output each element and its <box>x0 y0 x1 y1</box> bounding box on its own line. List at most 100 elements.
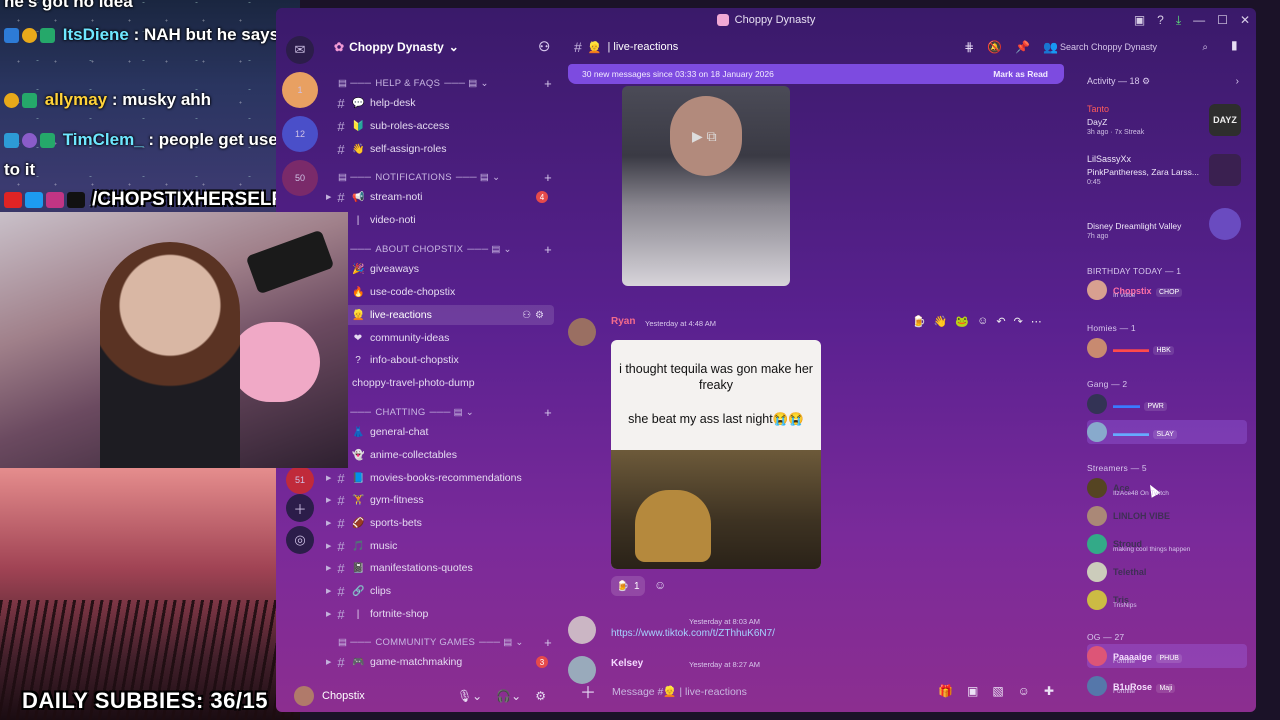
server-icon[interactable]: 51 <box>286 466 314 494</box>
message-link[interactable]: https://www.tiktok.com/t/ZThhuK6N7/ <box>611 628 775 639</box>
activity-card[interactable]: LilSassyXx PinkPantheress, Zara Larss...… <box>1087 154 1247 194</box>
server-header[interactable]: ✿ Choppy Dynasty ⌄ ⚇ <box>324 32 560 62</box>
member-item[interactable]: LINLOH VIBE <box>1087 504 1247 528</box>
gift-icon[interactable]: 🎁 <box>938 684 953 698</box>
microphone-icon[interactable]: 🎙⌄ <box>457 689 482 703</box>
reply-icon[interactable]: ↶ <box>996 315 1005 328</box>
channel-general-chat[interactable]: #👗general-chat <box>336 422 554 442</box>
help-icon[interactable]: ? <box>1157 13 1164 27</box>
pinned-messages-icon[interactable]: 📌 <box>1015 40 1030 54</box>
gif-icon[interactable]: ▣ <box>967 684 978 698</box>
reaction-emoji-icon[interactable]: 👋 <box>934 315 948 328</box>
channel-sports-bets[interactable]: ▶ # 🏈 sports-bets <box>326 513 554 533</box>
activity-card[interactable]: Tanto DayZ 3h ago · 7x Streak DAYZ <box>1087 104 1247 144</box>
category-chatting[interactable]: ▤ ─── CHATTING ─── ▤ ⌄ + <box>338 404 552 420</box>
member-item[interactable]: ▬▬▬▬ SLAY <box>1087 420 1247 444</box>
add-channel-icon[interactable]: + <box>544 405 552 420</box>
invite-people-icon[interactable]: ⚇ <box>538 39 550 55</box>
settings-gear-icon[interactable]: ⚙ <box>535 689 546 703</box>
add-channel-icon[interactable]: + <box>544 242 552 257</box>
member-item[interactable]: Ace ItzAce48 On Twitch <box>1087 476 1247 500</box>
new-messages-banner[interactable]: 30 new messages since 03:33 on 18 Januar… <box>568 64 1064 84</box>
channel-choppy-travel-photo-dump[interactable]: #choppy-travel-photo-dump <box>336 373 554 393</box>
server-icon[interactable]: 50 <box>282 160 318 196</box>
video-embed[interactable]: ▶ ⧉ <box>622 86 790 286</box>
channel-fortnite-shop[interactable]: ▶ # | fortnite-shop <box>326 604 554 624</box>
message-input[interactable]: Message #👱 | live-reactions <box>612 685 747 698</box>
maximize-button[interactable]: ☐ <box>1217 13 1228 27</box>
sticker-icon[interactable]: ▧ <box>992 684 1003 698</box>
message-composer[interactable]: ＋ Message #👱 | live-reactions 🎁 ▣ ▧ ☺ ✚ <box>568 676 1062 706</box>
add-reaction-icon[interactable]: ☺ <box>977 315 988 327</box>
member-item[interactable]: ▬▬▬ PWR <box>1087 392 1247 416</box>
channel-movies-books-recommendations[interactable]: ▶ # 📘 movies-books-recommendations <box>326 468 554 488</box>
add-channel-icon[interactable]: + <box>544 635 552 650</box>
search-input[interactable]: Search Choppy Dynasty ⌕ <box>1056 38 1212 56</box>
message-author[interactable]: Ryan <box>611 316 635 327</box>
member-item[interactable]: Telethal <box>1087 560 1247 584</box>
instagram-icon <box>46 192 64 208</box>
headphones-icon[interactable]: 🎧⌄ <box>496 689 521 703</box>
window-title: Choppy Dynasty <box>734 14 816 26</box>
meme-image[interactable]: i thought tequila was gon make her freak… <box>611 340 821 569</box>
channel-community-ideas[interactable]: #❤community-ideas <box>336 328 554 348</box>
threads-icon[interactable]: ⋕ <box>964 40 974 54</box>
channel-self-assign-roles[interactable]: # 👋 self-assign-roles <box>336 139 554 159</box>
add-channel-icon[interactable]: + <box>544 170 552 185</box>
channel-use-code-chopstix[interactable]: #🔥use-code-chopstix <box>336 282 554 302</box>
add-reaction-icon[interactable]: ☺ <box>654 578 666 592</box>
inbox-icon[interactable]: ▣ <box>1134 13 1145 27</box>
avatar[interactable] <box>294 686 314 706</box>
channel-gym-fitness[interactable]: ▶ # 🏋 gym-fitness <box>326 490 554 510</box>
bookmark-icon[interactable]: ▮ <box>1231 38 1238 52</box>
member-item[interactable]: ▬▬▬▬ HBK <box>1087 336 1247 360</box>
channel-game-matchmaking[interactable]: ▶ # 🎮 game-matchmaking 3 <box>326 652 554 672</box>
activity-card[interactable]: Disney Dreamlight Valley 7h ago <box>1087 208 1247 248</box>
attach-plus-icon[interactable]: ＋ <box>580 679 596 703</box>
mute-bell-icon[interactable]: 🔕 <box>987 40 1002 54</box>
channel-sub-roles-access[interactable]: # 🔰 sub-roles-access <box>336 116 554 136</box>
member-item[interactable]: Paaaaige PHUB Fortnite <box>1087 644 1247 668</box>
add-server-icon[interactable]: ＋ <box>286 494 314 522</box>
reaction-chip[interactable]: 🍺 1 <box>611 576 645 596</box>
reaction-emoji-icon[interactable]: 🍺 <box>912 315 926 328</box>
channel-info-about-chopstix[interactable]: #?info-about-chopstix <box>336 350 554 370</box>
activity-header[interactable]: Activity — 18 ⚙ › <box>1087 76 1239 87</box>
play-icon[interactable]: ▶ ⧉ <box>692 128 717 145</box>
channel-stream-noti[interactable]: ▶ # 📢 stream-noti 4 <box>326 187 554 207</box>
member-item[interactable]: Stroud making cool things happen <box>1087 532 1247 556</box>
mark-as-read-button[interactable]: Mark as Read <box>993 69 1048 79</box>
add-channel-icon[interactable]: + <box>544 76 552 91</box>
category-help-faqs[interactable]: ▤ ─── HELP & FAQS ─── ▤ ⌄ + <box>338 75 552 91</box>
channel-clips[interactable]: ▶ # 🔗 clips <box>326 581 554 601</box>
category-about-chopstix[interactable]: ▤ ─── ABOUT CHOPSTIX ─── ▤ ⌄ + <box>338 241 552 257</box>
server-icon[interactable]: 12 <box>282 116 318 152</box>
channel-giveaways[interactable]: #🎉giveaways <box>336 259 554 279</box>
category-community-games[interactable]: ▤ ─── COMMUNITY GAMES ─── ▤ ⌄ + <box>338 634 552 650</box>
apps-icon[interactable]: ✚ <box>1044 684 1054 698</box>
discover-icon[interactable]: ◎ <box>286 526 314 554</box>
member-item[interactable]: Tris TrisNips <box>1087 588 1247 612</box>
channel-manifestations-quotes[interactable]: ▶ # 📓 manifestations-quotes <box>326 558 554 578</box>
minimize-button[interactable]: — <box>1193 13 1205 27</box>
member-item[interactable]: Chopstix CHOP In voice <box>1087 278 1247 302</box>
reaction-emoji-icon[interactable]: 🐸 <box>955 315 969 328</box>
close-button[interactable]: ✕ <box>1240 13 1250 27</box>
channel-live-reactions[interactable]: #👱live-reactions⚇⚙ <box>336 305 554 325</box>
channel-help-desk[interactable]: # 💬 help-desk <box>336 93 554 113</box>
direct-messages-icon[interactable]: ✉ <box>286 36 314 64</box>
server-icon[interactable]: 1 <box>282 72 318 108</box>
member-item[interactable]: B1uRose Maji Fortnite <box>1087 674 1247 698</box>
emoji-icon[interactable]: ☺ <box>1018 684 1030 698</box>
channel-settings-icon[interactable]: ⚇⚙ <box>522 310 548 321</box>
channel-music[interactable]: ▶ # 🎵 music <box>326 536 554 556</box>
avatar[interactable] <box>568 318 596 346</box>
category-notifications[interactable]: ▤ ─── NOTIFICATIONS ─── ▤ ⌄ + <box>338 169 552 185</box>
download-icon[interactable]: ⤓ <box>1176 13 1181 28</box>
forward-icon[interactable]: ↷ <box>1014 315 1023 328</box>
channel-anime-collectables[interactable]: #👻anime-collectables <box>336 445 554 465</box>
more-options-icon[interactable]: ⋯ <box>1031 315 1042 328</box>
message-author[interactable]: Kelsey <box>611 658 643 669</box>
channel-video-noti[interactable]: #|video-noti <box>336 210 554 230</box>
avatar[interactable] <box>568 616 596 644</box>
